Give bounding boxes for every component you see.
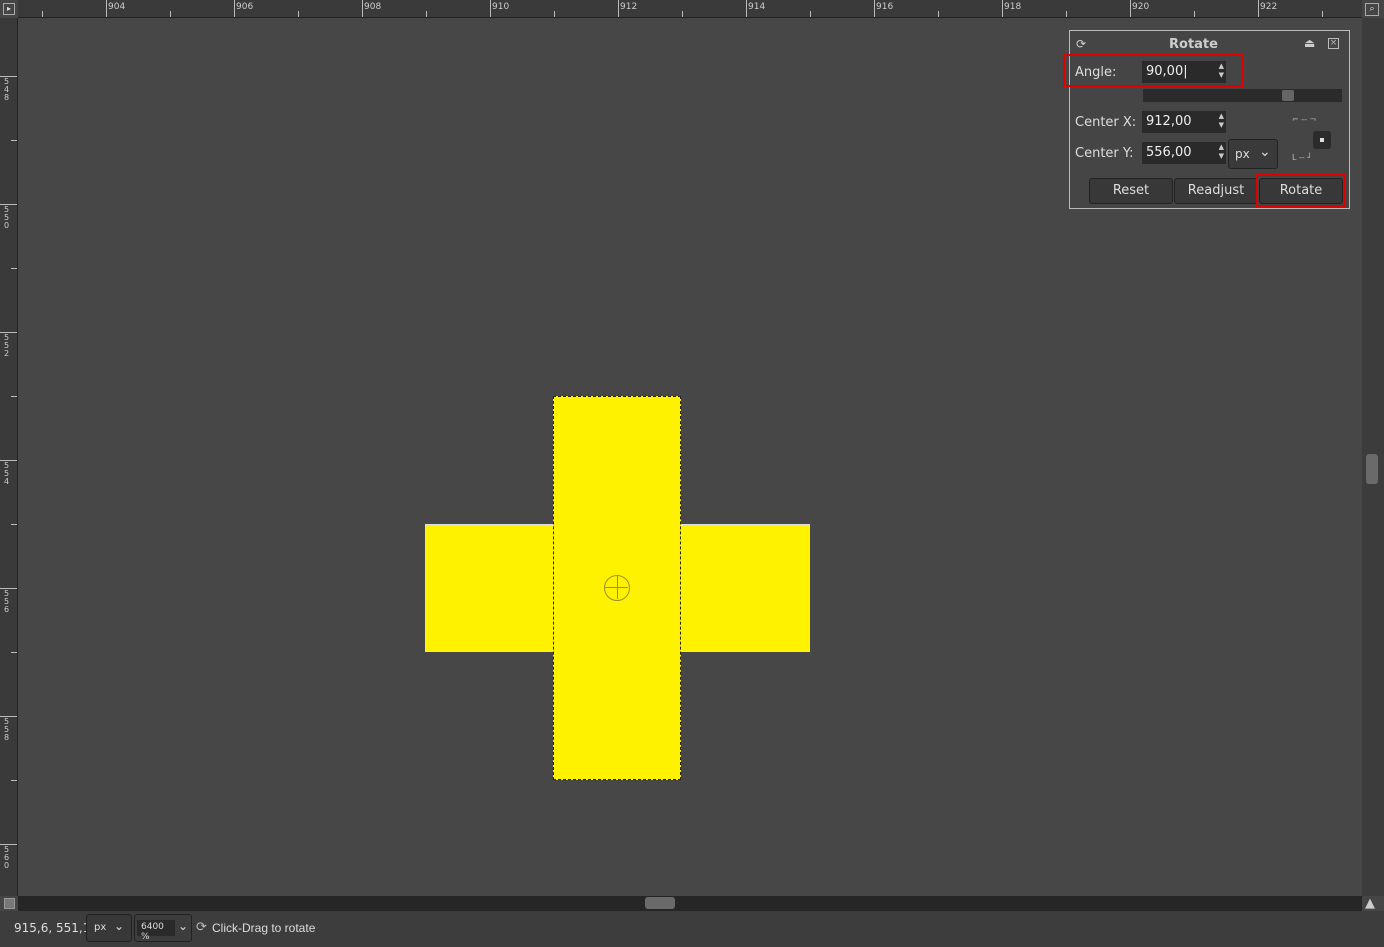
center-x-input[interactable]: 912,00 ▲ ▼ [1142, 111, 1226, 133]
ruler-tick [11, 140, 17, 141]
ruler-label: 920 [1132, 2, 1150, 12]
horizontal-scroll-thumb[interactable] [645, 897, 675, 909]
close-icon[interactable]: × [1328, 38, 1339, 49]
ruler-tick [11, 652, 17, 653]
rotation-center-crosshair-icon[interactable] [604, 575, 630, 601]
ruler-tick [554, 11, 555, 17]
ruler-label: 552 [4, 333, 10, 358]
ruler-label: 916 [876, 2, 894, 12]
reset-button[interactable]: Reset [1089, 178, 1173, 204]
ruler-label: 908 [364, 2, 382, 12]
horizontal-ruler[interactable]: 904 906 908 910 912 914 916 918 920 922 [18, 0, 1362, 18]
ruler-tick [1258, 0, 1259, 17]
ruler-label: 910 [492, 2, 510, 12]
zoom-icon[interactable]: ⌕ [1365, 3, 1379, 16]
status-bar: 915,6, 551,1 px ⌄ 6400 % ⌄ ⟳ Click-Drag … [0, 911, 1384, 947]
ruler-tick [682, 11, 683, 17]
ruler-tick [106, 0, 107, 17]
rotate-tool-icon: ⟳ [1076, 37, 1087, 51]
spin-arrows-icon[interactable]: ▲ ▼ [1219, 143, 1224, 161]
zoom-input[interactable]: 6400 % [137, 920, 175, 942]
ruler-tick [170, 11, 171, 17]
ruler-tick [42, 11, 43, 17]
ruler-tick [618, 0, 619, 17]
ruler-label: 914 [748, 2, 766, 12]
ruler-label: 922 [1260, 2, 1278, 12]
ruler-label: 554 [4, 461, 10, 486]
horizontal-scrollbar[interactable] [18, 896, 1362, 911]
eject-icon[interactable]: ⏏ [1304, 36, 1315, 50]
ruler-label: 906 [236, 2, 254, 12]
ruler-label: 904 [108, 2, 126, 12]
center-y-value: 556,00 [1146, 145, 1192, 160]
ruler-tick [234, 0, 235, 17]
ruler-tick [426, 11, 427, 17]
ruler-tick [746, 0, 747, 17]
unit-select[interactable]: px ⌄ [86, 914, 132, 942]
center-y-label: Center Y: [1075, 146, 1134, 161]
vertical-scroll-thumb[interactable] [1366, 454, 1378, 484]
angle-slider-handle[interactable] [1282, 90, 1294, 101]
chevron-down-icon: ⌄ [114, 919, 125, 933]
ruler-label: 560 [4, 845, 10, 870]
quick-mask-toggle[interactable] [4, 898, 15, 909]
ruler-label: 558 [4, 717, 10, 742]
ruler-label: 556 [4, 589, 10, 614]
rotate-dialog: ⟳ Rotate ⏏ × Angle: 90,00| ▲ ▼ Center X: 9… [1063, 30, 1350, 209]
ruler-label: 918 [1004, 2, 1022, 12]
ruler-tick [1194, 11, 1195, 17]
ruler-tick [362, 0, 363, 17]
ruler-tick [810, 11, 811, 17]
unit-value: px [1235, 147, 1250, 161]
ruler-tick [11, 268, 17, 269]
vertical-scrollbar[interactable] [1362, 18, 1384, 896]
zoom-select[interactable]: 6400 % ⌄ [134, 914, 192, 942]
navigate-icon[interactable]: ▲ [1365, 896, 1375, 911]
ruler-label: 912 [620, 2, 638, 12]
ruler-tick [938, 11, 939, 17]
readjust-button[interactable]: Readjust [1174, 178, 1258, 204]
corner-nav-button[interactable]: ▸ [3, 3, 15, 15]
angle-slider[interactable] [1143, 89, 1342, 102]
chevron-down-icon: ⌄ [1259, 144, 1271, 160]
center-x-value: 912,00 [1146, 114, 1192, 129]
spin-arrows-icon[interactable]: ▲ ▼ [1219, 112, 1224, 130]
ruler-tick [1002, 0, 1003, 17]
pivot-center-button[interactable] [1313, 131, 1331, 149]
rotate-tool-icon: ⟳ [196, 920, 207, 935]
vertical-ruler[interactable]: 548 550 552 554 556 558 560 [0, 18, 18, 896]
ruler-tick [11, 524, 17, 525]
ruler-label: 548 [4, 77, 10, 102]
pointer-coordinates: 915,6, 551,1 [14, 921, 91, 935]
ruler-label: 550 [4, 205, 10, 230]
ruler-tick [1322, 11, 1323, 17]
center-y-input[interactable]: 556,00 ▲ ▼ [1142, 142, 1226, 164]
status-message: Click-Drag to rotate [212, 921, 316, 935]
ruler-tick [490, 0, 491, 17]
ruler-tick [1130, 0, 1131, 17]
rotate-button-highlight [1256, 174, 1346, 207]
ruler-tick [1066, 11, 1067, 17]
ruler-tick [298, 11, 299, 17]
ruler-tick [11, 396, 17, 397]
dialog-title: Rotate [1169, 37, 1218, 52]
chevron-down-icon: ⌄ [178, 919, 189, 933]
unit-value: px [94, 922, 107, 933]
center-x-label: Center X: [1075, 115, 1137, 130]
ruler-tick [11, 780, 17, 781]
center-unit-select[interactable]: px ⌄ [1228, 139, 1278, 169]
pivot-selector[interactable]: ⌐ ‐‐ ¬ L ‐‐ ┘ [1290, 115, 1338, 165]
angle-highlight [1063, 54, 1243, 87]
ruler-tick [874, 0, 875, 17]
